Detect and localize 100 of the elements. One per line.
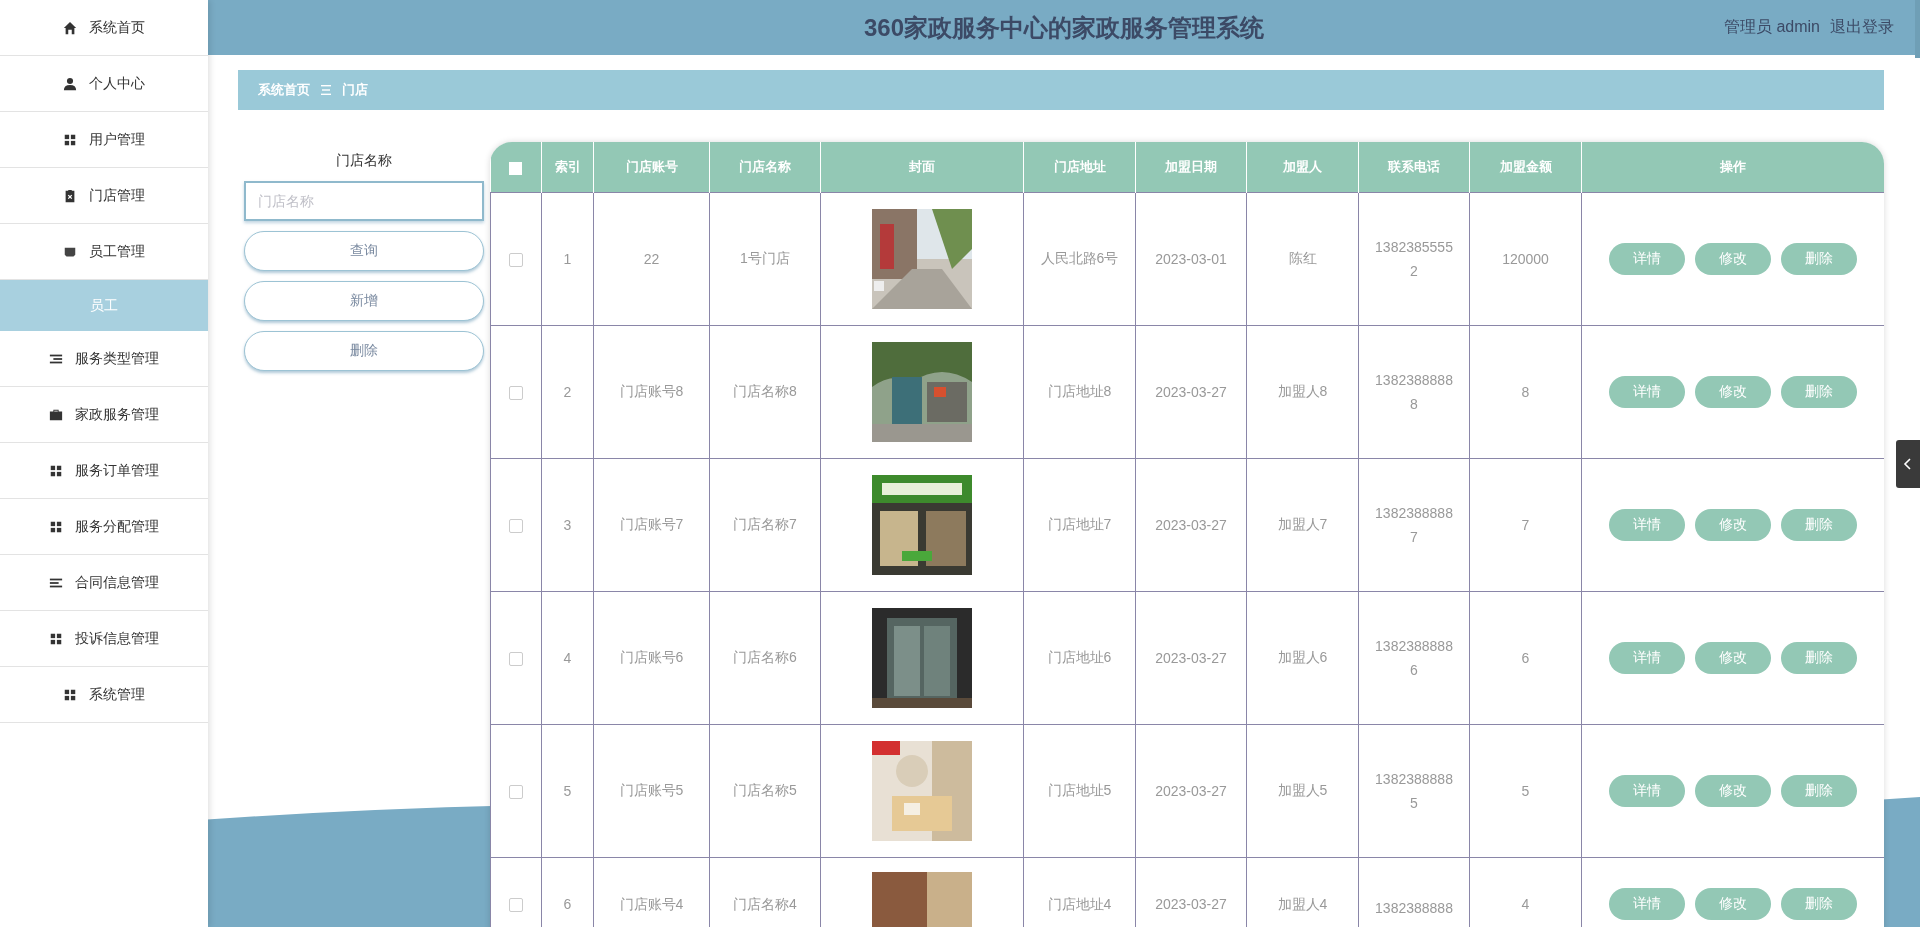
collapse-handle[interactable] xyxy=(1896,440,1920,488)
column-header: 索引 xyxy=(541,142,594,193)
table-cell: 加盟人5 xyxy=(1246,724,1359,858)
table-cell: 门店名称5 xyxy=(709,724,821,858)
row-checkbox[interactable] xyxy=(509,253,523,268)
store-name-field[interactable]: 门店名称 xyxy=(244,181,484,221)
table-cell: 4 xyxy=(541,591,594,725)
table-cell: 加盟人7 xyxy=(1246,458,1359,592)
breadcrumb-item[interactable]: 门店 xyxy=(342,81,368,99)
table-cell: 22 xyxy=(593,192,710,326)
table-cell: 1号门店 xyxy=(709,192,821,326)
table-cell: 5 xyxy=(541,724,594,858)
table-cell: 门店地址7 xyxy=(1023,458,1136,592)
clipboard-icon xyxy=(63,188,77,203)
table-cell: 2023-03-27 xyxy=(1135,325,1247,459)
row-checkbox[interactable] xyxy=(509,652,523,667)
table-cell: 门店名称8 xyxy=(709,325,821,459)
column-header: 联系电话 xyxy=(1358,142,1470,193)
table-cell: 陈红 xyxy=(1246,192,1359,326)
row-action-button[interactable]: 删除 xyxy=(1781,642,1857,674)
table-cell: 13823888886 xyxy=(1358,591,1470,725)
row-checkbox[interactable] xyxy=(509,898,523,913)
scrollbar[interactable] xyxy=(1915,0,1920,58)
row-action-button[interactable]: 详情 xyxy=(1609,642,1685,674)
row-action-button[interactable]: 修改 xyxy=(1695,775,1771,807)
sidebar-subitem[interactable]: 员工 xyxy=(0,280,208,331)
field-label: 门店名称 xyxy=(335,152,393,170)
row-action-button[interactable]: 删除 xyxy=(1781,509,1857,541)
row-action-button[interactable]: 删除 xyxy=(1781,376,1857,408)
row-action-button[interactable]: 修改 xyxy=(1695,376,1771,408)
grid-icon xyxy=(49,631,63,646)
table-cell: 人民北路6号 xyxy=(1023,192,1136,326)
chevron-left-icon xyxy=(1903,458,1913,470)
row-action-button[interactable]: 详情 xyxy=(1609,243,1685,275)
row-checkbox[interactable] xyxy=(509,386,523,401)
table-cell: 门店地址6 xyxy=(1023,591,1136,725)
row-action-button[interactable]: 删除 xyxy=(1781,243,1857,275)
grid-icon xyxy=(63,132,77,147)
table-cell: 2023-03-27 xyxy=(1135,458,1247,592)
sidebar-item[interactable]: 服务订单管理 xyxy=(0,443,208,499)
table-cell: 8 xyxy=(1469,325,1582,459)
table-cell: 加盟人8 xyxy=(1246,325,1359,459)
row-action-button[interactable]: 详情 xyxy=(1609,376,1685,408)
grid-icon xyxy=(49,463,63,478)
sidebar-item[interactable]: 合同信息管理 xyxy=(0,555,208,611)
table-cell: 门店账号8 xyxy=(593,325,710,459)
sidebar-item[interactable]: 门店管理 xyxy=(0,168,208,224)
row-action-button[interactable]: 修改 xyxy=(1695,243,1771,275)
table-cell: 13823888885 xyxy=(1358,724,1470,858)
user-icon xyxy=(63,76,77,91)
select-all-checkbox[interactable] xyxy=(509,161,523,175)
table-cell: 门店地址5 xyxy=(1023,724,1136,858)
sidebar-item[interactable]: 个人中心 xyxy=(0,56,208,112)
row-action-button[interactable]: 删除 xyxy=(1781,775,1857,807)
column-header: 加盟人 xyxy=(1246,142,1359,193)
table-cell: 2023-03-27 xyxy=(1135,591,1247,725)
row-action-button[interactable]: 详情 xyxy=(1609,775,1685,807)
row-action-button[interactable]: 详情 xyxy=(1609,888,1685,920)
column-header: 门店地址 xyxy=(1023,142,1136,193)
column-header: 操作 xyxy=(1581,142,1884,193)
app-title: 360家政服务中心的家政服务管理系统 xyxy=(863,12,1264,43)
sidebar-item[interactable]: 系统首页 xyxy=(0,0,208,56)
column-header: 门店名称 xyxy=(709,142,821,193)
row-checkbox[interactable] xyxy=(509,519,523,534)
grid-icon xyxy=(63,687,77,702)
sidebar-item[interactable]: 投诉信息管理 xyxy=(0,611,208,667)
sidebar-item[interactable]: 系统管理 xyxy=(0,667,208,723)
sidebar-item[interactable]: 员工管理 xyxy=(0,224,208,280)
column-header: 门店账号 xyxy=(593,142,710,193)
table-cell: 2023-03-01 xyxy=(1135,192,1247,326)
sidebar-item[interactable]: 服务分配管理 xyxy=(0,499,208,555)
table-cell: 门店名称6 xyxy=(709,591,821,725)
breadcrumb-item[interactable]: 系统首页 xyxy=(258,81,310,99)
column-header: 封面 xyxy=(820,142,1024,193)
action-button[interactable]: 新增 xyxy=(244,281,484,321)
table-cell: 13823855552 xyxy=(1358,192,1470,326)
table-cell: 120000 xyxy=(1469,192,1582,326)
grid-icon xyxy=(49,519,63,534)
table-cell: 13823888887 xyxy=(1358,458,1470,592)
row-action-button[interactable]: 修改 xyxy=(1695,888,1771,920)
home-icon xyxy=(63,20,77,35)
table-cell: 7 xyxy=(1469,458,1582,592)
table-cell: 门店账号6 xyxy=(593,591,710,725)
row-action-button[interactable]: 详情 xyxy=(1609,509,1685,541)
user-name: 管理员 admin xyxy=(1723,17,1820,37)
sidebar-item[interactable]: 用户管理 xyxy=(0,112,208,168)
briefcase-icon xyxy=(49,407,63,422)
row-action-button[interactable]: 删除 xyxy=(1781,888,1857,920)
row-action-button[interactable]: 修改 xyxy=(1695,642,1771,674)
logout-link[interactable]: 退出登录 xyxy=(1830,17,1894,38)
table-cell: 门店地址8 xyxy=(1023,325,1136,459)
table-cell: 2 xyxy=(541,325,594,459)
row-action-button[interactable]: 修改 xyxy=(1695,509,1771,541)
row-checkbox[interactable] xyxy=(509,785,523,800)
action-button[interactable]: 删除 xyxy=(244,331,484,371)
action-button[interactable]: 查询 xyxy=(244,231,484,271)
sidebar-item[interactable]: 家政服务管理 xyxy=(0,387,208,443)
table-cell: 2023-03-27 xyxy=(1135,724,1247,858)
table-cell: 5 xyxy=(1469,724,1582,858)
sidebar-item[interactable]: 服务类型管理 xyxy=(0,331,208,387)
